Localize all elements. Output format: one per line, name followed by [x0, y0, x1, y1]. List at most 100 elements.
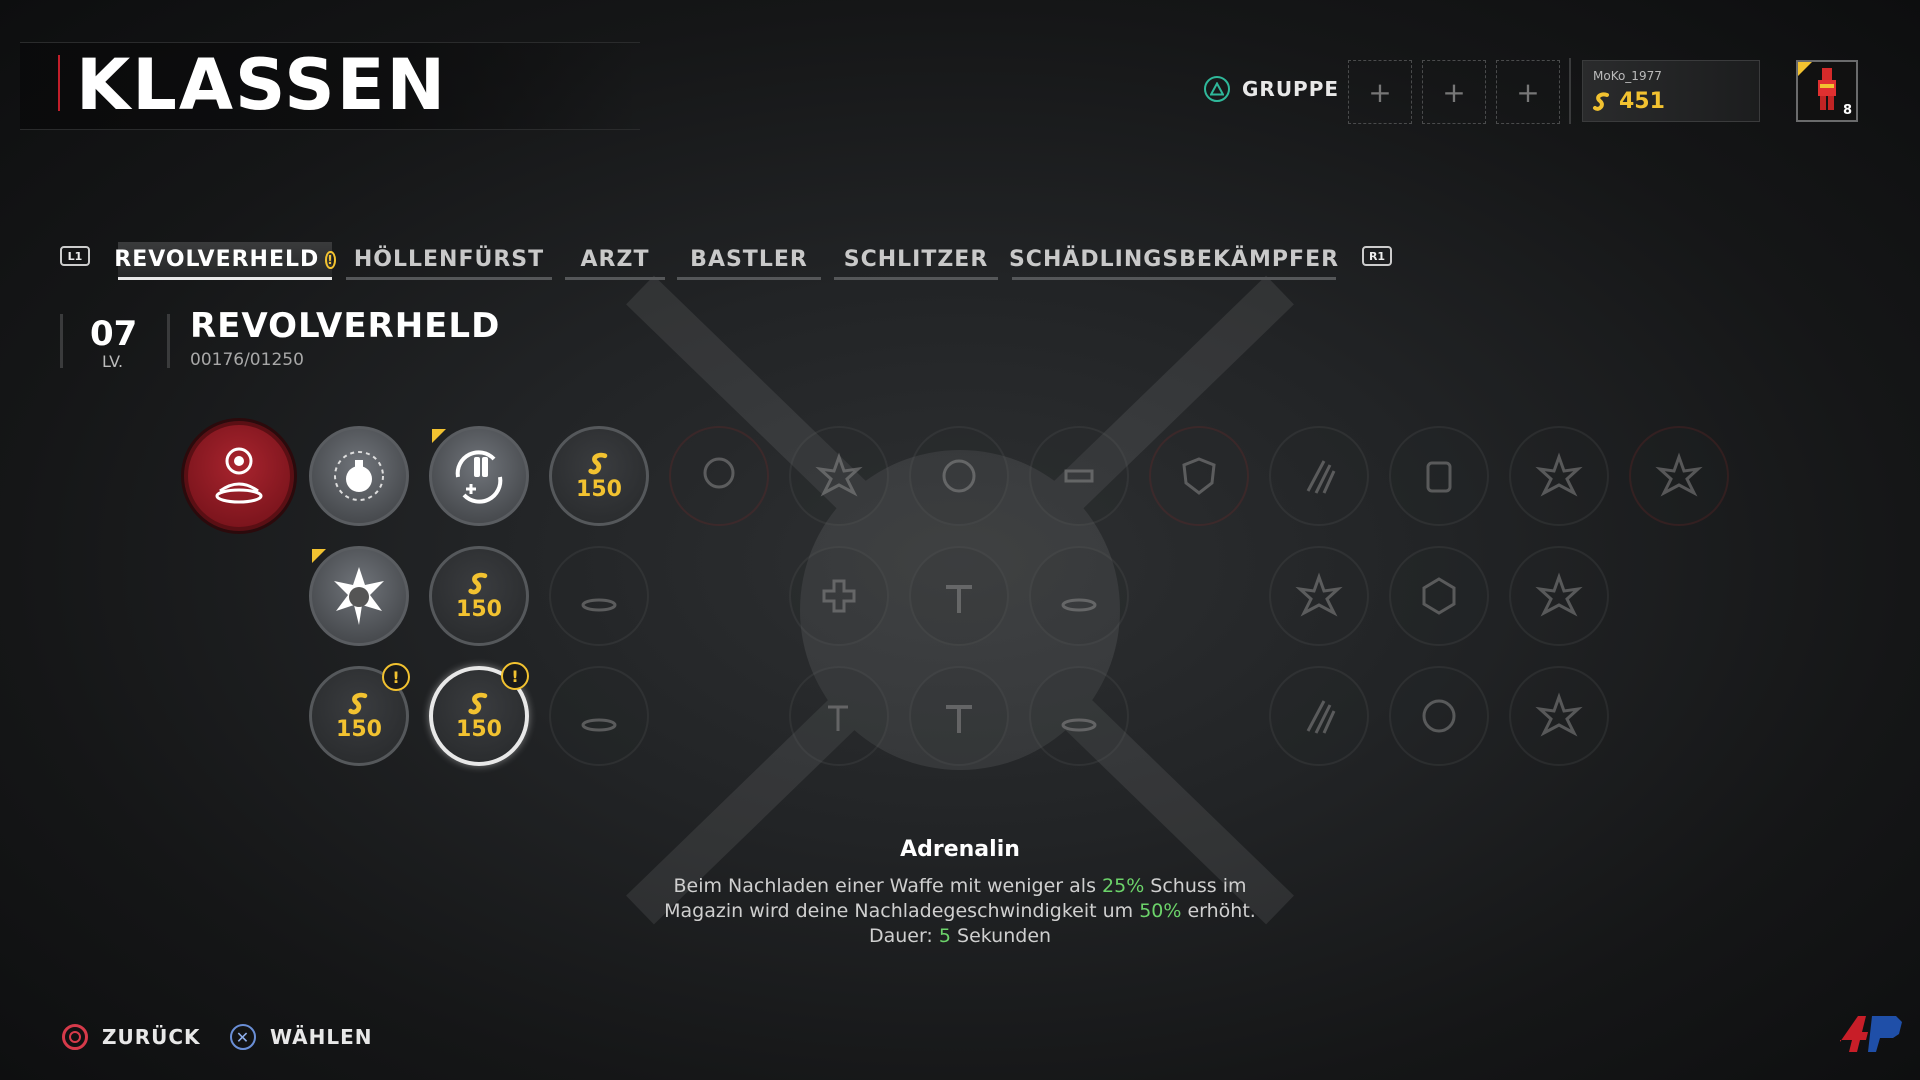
- refresh-icon: [942, 459, 976, 493]
- skill-buy[interactable]: ! 150: [309, 663, 410, 766]
- skill-locked[interactable]: [1029, 546, 1129, 646]
- tab-label: ARZT: [580, 247, 650, 272]
- skill-locked[interactable]: [789, 666, 889, 766]
- tab-arzt[interactable]: ARZT: [565, 242, 665, 280]
- skill-locked[interactable]: [909, 426, 1009, 526]
- skill-locked[interactable]: [1269, 426, 1369, 526]
- page-title: KLASSEN: [76, 44, 448, 126]
- skill-locked[interactable]: [1269, 666, 1369, 766]
- l1-button[interactable]: L1: [60, 246, 90, 266]
- skill-locked[interactable]: [1389, 666, 1489, 766]
- grenade-icon: [334, 451, 384, 501]
- new-flag: [312, 549, 326, 563]
- skill-locked[interactable]: [789, 546, 889, 646]
- skill-locked[interactable]: [1029, 666, 1129, 766]
- turret-icon: [581, 718, 617, 732]
- skill-locked[interactable]: [1509, 546, 1609, 646]
- turret-icon: [1061, 718, 1097, 732]
- coin-icon: [468, 572, 488, 595]
- skill-locked[interactable]: [909, 546, 1009, 646]
- tab-hoellenfuerst[interactable]: HÖLLENFÜRST: [346, 242, 552, 280]
- skill-locked[interactable]: [669, 426, 769, 526]
- header-divider: [1569, 58, 1571, 124]
- spark-icon: [1535, 572, 1583, 617]
- back-label: ZURÜCK: [102, 1025, 201, 1049]
- party-slot-2[interactable]: +: [1422, 60, 1486, 124]
- skill-cost: 150: [576, 477, 622, 502]
- coin-icon: [1593, 92, 1609, 111]
- turret-icon: [1064, 469, 1094, 483]
- skill-cost: 150: [336, 717, 382, 742]
- skill-locked[interactable]: [1389, 546, 1489, 646]
- party-slot-1[interactable]: +: [1348, 60, 1412, 124]
- skill-locked[interactable]: [1149, 426, 1249, 526]
- plus-icon: +: [1516, 75, 1540, 109]
- skill-cost: 150: [456, 717, 502, 742]
- party-slot-3[interactable]: +: [1496, 60, 1560, 124]
- class-xp: 00176/01250: [190, 350, 304, 370]
- target-person-icon: [215, 447, 263, 504]
- hexagon-icon: [1422, 577, 1456, 615]
- skill-locked[interactable]: [1029, 426, 1129, 526]
- skill-locked[interactable]: [1509, 426, 1609, 526]
- skill-explosive[interactable]: [309, 546, 409, 646]
- skill-grenade[interactable]: [309, 426, 409, 526]
- skill-reload[interactable]: [429, 426, 529, 526]
- player-avatar[interactable]: 8: [1796, 60, 1858, 122]
- desc-text: Dauer:: [868, 925, 939, 947]
- group-button[interactable]: GRUPPE: [1204, 76, 1339, 102]
- medic-cross-icon: [822, 579, 856, 613]
- spark-icon: [1535, 692, 1583, 737]
- class-level-box: 07 LV.: [60, 314, 170, 371]
- skull-icon: [703, 457, 735, 489]
- skill-description: Beim Nachladen einer Waffe mit weniger a…: [0, 874, 1920, 949]
- shield-icon: [1182, 457, 1216, 495]
- level-bar-left: [60, 314, 63, 368]
- player-name: MoKo_1977: [1593, 69, 1662, 83]
- player-card[interactable]: MoKo_1977 451: [1582, 60, 1760, 122]
- turret-icon: [1061, 598, 1097, 612]
- tab-label: SCHLITZER: [843, 247, 989, 272]
- explosion-icon: [815, 452, 863, 497]
- class-level: 07: [90, 314, 138, 354]
- desc-text: Sekunden: [950, 925, 1052, 947]
- tab-schlitzer[interactable]: SCHLITZER: [834, 242, 998, 280]
- desc-highlight: 25%: [1102, 875, 1145, 897]
- cross-button-icon: ✕: [230, 1024, 256, 1050]
- backpack-icon: [1426, 461, 1452, 493]
- tab-bastler[interactable]: BASTLER: [677, 242, 821, 280]
- skill-primary[interactable]: [184, 421, 294, 531]
- skill-locked[interactable]: [1389, 426, 1489, 526]
- back-button[interactable]: ZURÜCK: [62, 1024, 201, 1050]
- title-accent: [58, 55, 60, 111]
- tab-schaedlingsbekaempfer[interactable]: SCHÄDLINGSBEKÄMPFER: [1008, 242, 1340, 280]
- player-coin-amount: 451: [1619, 89, 1665, 114]
- desc-text: erhöht.: [1181, 900, 1256, 922]
- new-flag: [432, 429, 446, 443]
- level-bar-right: [167, 314, 170, 368]
- tab-revolverheld[interactable]: REVOLVERHELD !: [114, 242, 336, 280]
- skill-locked[interactable]: [549, 666, 649, 766]
- skill-locked[interactable]: [549, 546, 649, 646]
- spark-icon: [1535, 452, 1583, 497]
- reload-heal-icon: [455, 450, 503, 504]
- player-coins: 451: [1591, 89, 1665, 114]
- coin-icon: [348, 692, 368, 715]
- select-button[interactable]: ✕ WÄHLEN: [230, 1024, 373, 1050]
- desc-text: Beim Nachladen einer Waffe mit weniger a…: [673, 875, 1103, 897]
- skill-locked[interactable]: [1269, 546, 1369, 646]
- desc-highlight: 5: [938, 925, 951, 947]
- alert-icon: !: [325, 250, 336, 269]
- skill-buy[interactable]: 150: [429, 546, 529, 646]
- skill-title: Adrenalin: [900, 837, 1020, 862]
- r1-button[interactable]: R1: [1362, 246, 1392, 266]
- skill-buy-selected[interactable]: ! 150: [429, 662, 529, 766]
- tab-label: SCHÄDLINGSBEKÄMPFER: [1008, 247, 1340, 272]
- skill-locked[interactable]: [789, 426, 889, 526]
- coin-icon: [588, 452, 608, 475]
- skill-locked[interactable]: [1509, 666, 1609, 766]
- refresh-icon: [1422, 699, 1456, 733]
- skill-locked[interactable]: [909, 666, 1009, 766]
- skill-buy[interactable]: 150: [549, 426, 649, 526]
- skill-locked[interactable]: [1629, 426, 1729, 526]
